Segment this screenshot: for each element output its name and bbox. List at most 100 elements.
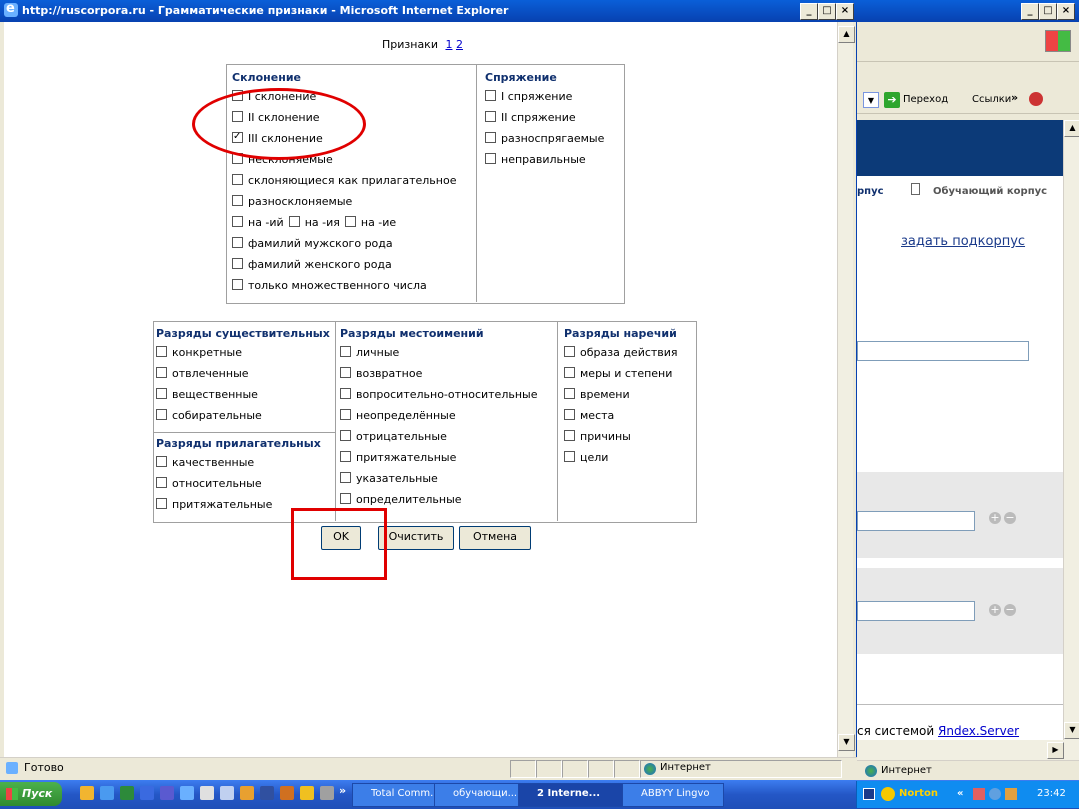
pronoun-class-option-checkbox[interactable]	[340, 388, 351, 399]
adjective-class-option-row[interactable]: качественные	[156, 452, 321, 473]
page-link-1[interactable]: 1	[445, 38, 452, 51]
declension-option-row[interactable]: только множественного числа	[232, 275, 456, 296]
minus-icon[interactable]: −	[1004, 512, 1016, 524]
minimize-button[interactable]: _	[800, 3, 818, 20]
scroll-up-button[interactable]: ▲	[838, 26, 855, 43]
quicklaunch-icon[interactable]	[240, 786, 254, 800]
cancel-button[interactable]: Отмена	[459, 526, 531, 550]
go-button-label[interactable]: Переход	[903, 92, 948, 108]
tray-app-icon[interactable]	[1005, 788, 1017, 800]
tray-chevron-icon[interactable]: «	[957, 781, 963, 807]
pronoun-class-option-row[interactable]: неопределённые	[340, 405, 537, 426]
pronoun-class-option-checkbox[interactable]	[340, 367, 351, 378]
tab-learning-corpus[interactable]: Обучающий корпус	[933, 186, 1047, 197]
declension-ending-checkbox[interactable]	[232, 216, 243, 227]
adjective-class-option-row[interactable]: относительные	[156, 473, 321, 494]
word-input-2[interactable]	[857, 601, 975, 621]
close-button[interactable]: ×	[1057, 3, 1075, 20]
declension-option-checkbox[interactable]	[232, 237, 243, 248]
background-vertical-scrollbar[interactable]: ▲ ▼	[1063, 120, 1079, 740]
plus-icon[interactable]: +	[989, 512, 1001, 524]
pronoun-class-option-row[interactable]: указательные	[340, 468, 537, 489]
adverb-class-option-checkbox[interactable]	[564, 388, 575, 399]
quicklaunch-icon[interactable]	[300, 786, 314, 800]
conjugation-option-checkbox[interactable]	[485, 132, 496, 143]
links-label[interactable]: Ссылки	[972, 92, 1011, 108]
adverb-class-option-checkbox[interactable]	[564, 346, 575, 357]
quicklaunch-icon[interactable]	[120, 786, 134, 800]
pronoun-class-option-row[interactable]: определительные	[340, 489, 537, 510]
adverb-class-option-checkbox[interactable]	[564, 430, 575, 441]
adverb-class-option-checkbox[interactable]	[564, 409, 575, 420]
norton-icon[interactable]	[881, 787, 895, 801]
quicklaunch-icon[interactable]	[280, 786, 294, 800]
quicklaunch-chevron-icon[interactable]: »	[339, 784, 346, 797]
maximize-button[interactable]: □	[1039, 3, 1057, 20]
tray-app-icon[interactable]	[973, 788, 985, 800]
declension-option-row[interactable]: склоняющиеся как прилагательное	[232, 170, 456, 191]
minimize-button[interactable]: _	[1021, 3, 1039, 20]
quicklaunch-icon[interactable]	[260, 786, 274, 800]
declension-ending-checkbox[interactable]	[344, 216, 356, 227]
scroll-right-button[interactable]: ▶	[1047, 742, 1064, 759]
noun-class-option-row[interactable]: отвлеченные	[156, 363, 330, 384]
pronoun-class-option-row[interactable]: вопросительно-относительные	[340, 384, 537, 405]
conjugation-option-checkbox[interactable]	[485, 111, 496, 122]
tray-app-icon[interactable]	[989, 788, 1001, 800]
declension-option-checkbox[interactable]	[232, 279, 243, 290]
taskbar-item-internet-explorer[interactable]: 2 Interne...	[518, 783, 638, 807]
adverb-class-option-checkbox[interactable]	[564, 367, 575, 378]
adverb-class-option-row[interactable]: образа действия	[564, 342, 678, 363]
pronoun-class-option-row[interactable]: отрицательные	[340, 426, 537, 447]
declension-option-row[interactable]: фамилий мужского рода	[232, 233, 456, 254]
scroll-down-button[interactable]: ▼	[1064, 722, 1079, 739]
page-link-2[interactable]: 2	[456, 38, 463, 51]
noun-class-option-row[interactable]: собирательные	[156, 405, 330, 426]
subcorpus-link[interactable]: задать подкорпус	[901, 234, 1025, 249]
scroll-down-button[interactable]: ▼	[838, 734, 855, 751]
conjugation-option-row[interactable]: I спряжение	[485, 86, 604, 107]
adjective-class-option-checkbox[interactable]	[156, 456, 167, 467]
links-chevron-icon[interactable]: »	[1011, 91, 1018, 104]
word-input-1[interactable]	[857, 511, 975, 531]
declension-option-row[interactable]: разносклоняемые	[232, 191, 456, 212]
pronoun-class-option-checkbox[interactable]	[340, 451, 351, 462]
pronoun-class-option-checkbox[interactable]	[340, 409, 351, 420]
norton-label[interactable]: Norton	[899, 781, 938, 807]
adverb-class-option-row[interactable]: места	[564, 405, 678, 426]
scroll-up-button[interactable]: ▲	[1064, 120, 1079, 137]
pronoun-class-option-row[interactable]: притяжательные	[340, 447, 537, 468]
start-button[interactable]: Пуск	[0, 782, 62, 806]
quicklaunch-icon[interactable]	[200, 786, 214, 800]
adjective-class-option-checkbox[interactable]	[156, 498, 167, 509]
conjugation-option-row[interactable]: неправильные	[485, 149, 604, 170]
minus-icon[interactable]: −	[1004, 604, 1016, 616]
search-input[interactable]	[857, 341, 1029, 361]
quicklaunch-icon[interactable]	[100, 786, 114, 800]
pronoun-class-option-row[interactable]: возвратное	[340, 363, 537, 384]
adjective-class-option-checkbox[interactable]	[156, 477, 167, 488]
quicklaunch-icon[interactable]	[220, 786, 234, 800]
quicklaunch-icon[interactable]	[180, 786, 194, 800]
declension-option-checkbox[interactable]	[232, 258, 243, 269]
clear-button[interactable]: Очистить	[378, 526, 454, 550]
adverb-class-option-row[interactable]: причины	[564, 426, 678, 447]
popup-vertical-scrollbar[interactable]: ▲ ▼	[837, 22, 855, 757]
conjugation-option-row[interactable]: II спряжение	[485, 107, 604, 128]
pronoun-class-option-checkbox[interactable]	[340, 430, 351, 441]
adverb-class-option-row[interactable]: цели	[564, 447, 678, 468]
taskbar-item-abbyy-lingvo[interactable]: ABBYY Lingvo	[622, 783, 724, 807]
quicklaunch-icon[interactable]	[140, 786, 154, 800]
adverb-class-option-row[interactable]: времени	[564, 384, 678, 405]
close-button[interactable]: ×	[836, 3, 854, 20]
tab-main-corpus[interactable]: рпус	[857, 186, 884, 197]
noun-class-option-row[interactable]: вещественные	[156, 384, 330, 405]
address-dropdown-button[interactable]: ▼	[863, 92, 879, 108]
conjugation-option-checkbox[interactable]	[485, 90, 496, 101]
pronoun-class-option-checkbox[interactable]	[340, 472, 351, 483]
quicklaunch-icon[interactable]	[80, 786, 94, 800]
declension-ending-checkbox[interactable]	[288, 216, 300, 227]
maximize-button[interactable]: □	[818, 3, 836, 20]
go-arrow-icon[interactable]: ➔	[884, 92, 900, 108]
pronoun-class-option-checkbox[interactable]	[340, 493, 351, 504]
